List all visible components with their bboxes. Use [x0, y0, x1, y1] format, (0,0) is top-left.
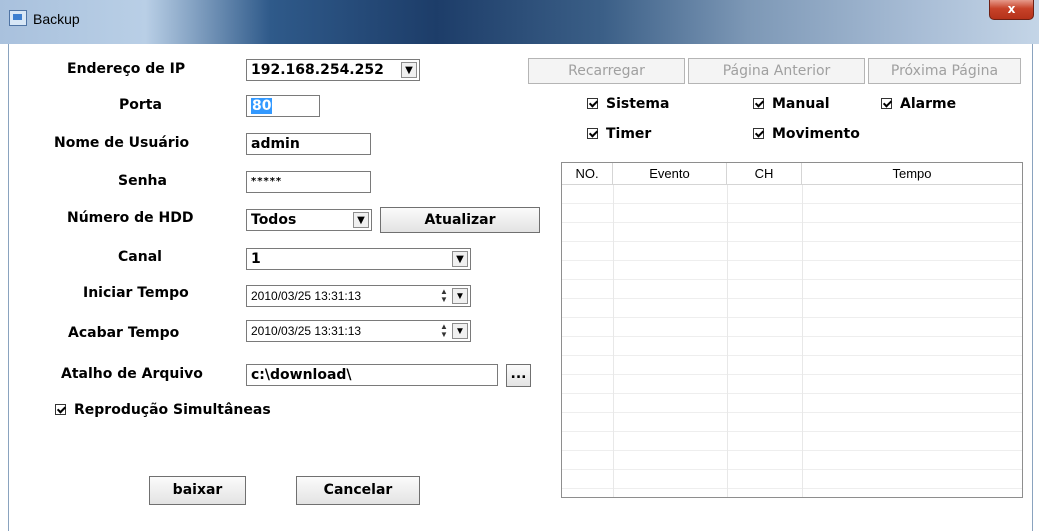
spin-icon[interactable]: ▲ ▼ — [437, 288, 451, 304]
column-header-ch[interactable]: CH — [727, 163, 802, 185]
filter-alarme-label: Alarme — [900, 96, 957, 112]
previous-page-button[interactable]: Página Anterior — [688, 58, 865, 84]
chevron-down-icon[interactable]: ▼ — [452, 323, 468, 339]
ip-select[interactable]: 192.168.254.252 ▼ — [246, 59, 420, 81]
grid-row-line — [562, 203, 1022, 204]
filter-sistema-checkbox[interactable]: Sistema — [587, 96, 669, 112]
grid-row-line — [562, 317, 1022, 318]
grid-column-line — [613, 185, 614, 497]
column-header-evento[interactable]: Evento — [613, 163, 727, 185]
path-field[interactable]: c:\download\ — [246, 364, 498, 386]
checkbox-icon[interactable] — [753, 128, 764, 139]
port-label: Porta — [119, 97, 162, 113]
event-list[interactable]: NO. Evento CH Tempo — [561, 162, 1023, 498]
grid-row-line — [562, 393, 1022, 394]
simultaneous-checkbox[interactable]: Reprodução Simultâneas — [55, 402, 271, 418]
start-time-label: Iniciar Tempo — [83, 285, 189, 301]
channel-select[interactable]: 1 ▼ — [246, 248, 471, 270]
username-field[interactable]: admin — [246, 133, 371, 155]
port-value: 80 — [251, 98, 273, 114]
start-time-value: 2010/03/25 13:31:13 — [251, 289, 362, 303]
checkbox-icon[interactable] — [881, 98, 892, 109]
title-bar[interactable]: Backup x — [0, 0, 1039, 44]
channel-value: 1 — [251, 251, 261, 267]
grid-row-line — [562, 336, 1022, 337]
grid-row-line — [562, 222, 1022, 223]
download-button[interactable]: baixar — [149, 476, 246, 505]
grid-column-line — [727, 185, 728, 497]
end-time-label: Acabar Tempo — [68, 325, 180, 341]
browse-button[interactable]: ... — [506, 364, 531, 387]
filter-timer-checkbox[interactable]: Timer — [587, 126, 651, 142]
chevron-down-icon[interactable]: ▼ — [452, 288, 468, 304]
filter-sistema-label: Sistema — [606, 96, 670, 112]
grid-column-line — [802, 185, 803, 497]
grid-row-line — [562, 260, 1022, 261]
end-time-value: 2010/03/25 13:31:13 — [251, 324, 362, 338]
checkbox-icon[interactable] — [55, 404, 66, 415]
filter-manual-label: Manual — [772, 96, 830, 112]
app-icon — [9, 10, 27, 26]
path-label: Atalho de Arquivo — [61, 366, 203, 382]
grid-row-line — [562, 279, 1022, 280]
next-page-button[interactable]: Próxima Página — [868, 58, 1021, 84]
dialog-body: Endereço de IP 192.168.254.252 ▼ Porta 8… — [8, 44, 1033, 531]
grid-row-line — [562, 469, 1022, 470]
chevron-down-icon[interactable]: ▼ — [353, 212, 369, 228]
grid-row-line — [562, 488, 1022, 489]
backup-window: Backup x Endereço de IP 192.168.254.252 … — [0, 0, 1039, 531]
chevron-down-icon[interactable]: ▼ — [401, 62, 417, 78]
user-label: Nome de Usuário — [54, 135, 190, 151]
grid-row-line — [562, 241, 1022, 242]
grid-row-line — [562, 298, 1022, 299]
grid-row-line — [562, 374, 1022, 375]
grid-row-line — [562, 450, 1022, 451]
hdd-label: Número de HDD — [67, 210, 194, 226]
channel-label: Canal — [118, 249, 162, 265]
window-title: Backup — [33, 11, 80, 27]
filter-movimento-checkbox[interactable]: Movimento — [753, 126, 860, 142]
start-time-picker[interactable]: 2010/03/25 13:31:13 ▲ ▼ ▼ — [246, 285, 471, 307]
port-field[interactable]: 80 — [246, 95, 320, 117]
checkbox-icon[interactable] — [753, 98, 764, 109]
cancel-button[interactable]: Cancelar — [296, 476, 420, 505]
filter-movimento-label: Movimento — [772, 126, 860, 142]
grid-row-line — [562, 431, 1022, 432]
chevron-down-icon[interactable]: ▼ — [452, 251, 468, 267]
password-label: Senha — [118, 173, 167, 189]
grid-row-line — [562, 355, 1022, 356]
reload-button[interactable]: Recarregar — [528, 58, 685, 84]
password-field[interactable]: ***** — [246, 171, 371, 193]
refresh-button[interactable]: Atualizar — [380, 207, 540, 233]
filter-manual-checkbox[interactable]: Manual — [753, 96, 830, 112]
hdd-value: Todos — [251, 212, 297, 228]
simultaneous-label: Reprodução Simultâneas — [74, 402, 271, 418]
filter-timer-label: Timer — [606, 126, 652, 142]
ip-value: 192.168.254.252 — [251, 62, 384, 78]
hdd-select[interactable]: Todos ▼ — [246, 209, 372, 231]
spin-icon[interactable]: ▲ ▼ — [437, 323, 451, 339]
ip-label: Endereço de IP — [67, 61, 186, 77]
close-button[interactable]: x — [989, 0, 1034, 20]
checkbox-icon[interactable] — [587, 128, 598, 139]
column-header-no[interactable]: NO. — [562, 163, 613, 185]
checkbox-icon[interactable] — [587, 98, 598, 109]
end-time-picker[interactable]: 2010/03/25 13:31:13 ▲ ▼ ▼ — [246, 320, 471, 342]
grid-row-line — [562, 412, 1022, 413]
filter-alarme-checkbox[interactable]: Alarme — [881, 96, 956, 112]
column-header-tempo[interactable]: Tempo — [802, 163, 1022, 185]
